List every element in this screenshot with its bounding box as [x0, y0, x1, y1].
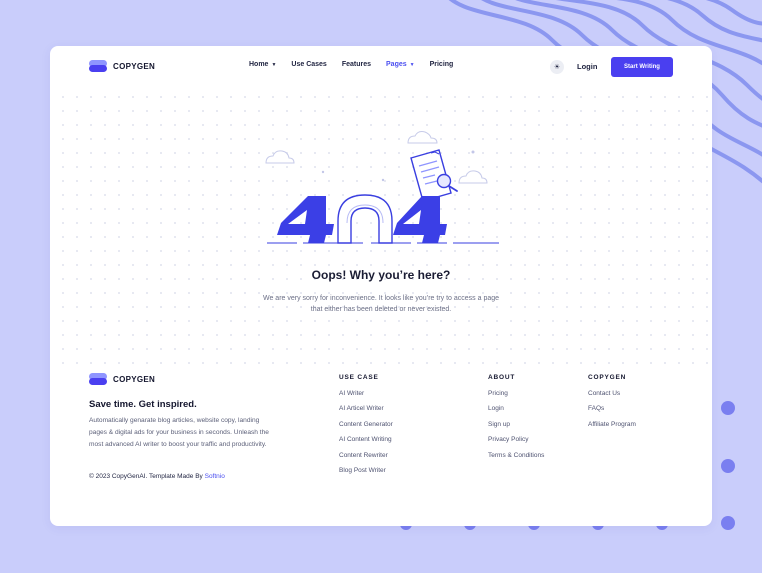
footer-link[interactable]: Privacy Policy: [488, 436, 544, 451]
footer-link[interactable]: Login: [488, 405, 544, 420]
column-title: USE CASE: [339, 374, 379, 381]
sun-icon: ☀: [553, 64, 561, 71]
column-title: ABOUT: [488, 374, 516, 381]
copygen-logo-icon: [89, 373, 107, 385]
start-writing-button[interactable]: Start Writing: [611, 57, 673, 77]
nav-item-use-cases[interactable]: Use Cases: [291, 61, 326, 68]
theme-toggle-button[interactable]: ☀: [550, 60, 564, 74]
error-message: We are very sorry for inconvenience. It …: [262, 295, 500, 313]
nav-item-pricing[interactable]: Pricing: [430, 61, 454, 68]
chevron-down-icon: ▼: [409, 61, 415, 68]
footer-link[interactable]: Pricing: [488, 390, 544, 405]
footer-link[interactable]: Content Generator: [339, 421, 393, 436]
footer-column-use-case: USE CASE AI Writer AI Articel Writer Con…: [339, 374, 393, 482]
footer-tagline: Save time. Get inspired.: [89, 399, 197, 410]
footer-description: Automatically genarate blog articles, we…: [89, 417, 269, 449]
nav-label: Use Cases: [291, 61, 327, 68]
footer-link[interactable]: AI Content Writing: [339, 436, 393, 451]
footer-link[interactable]: Terms & Conditions: [488, 452, 544, 467]
softnio-link[interactable]: Softnio: [205, 473, 225, 480]
copygen-logo-icon: [89, 60, 107, 72]
site-header: COPYGEN Home ▼ Use Cases Features Pages …: [50, 46, 712, 88]
copyright-text: © 2023 CopyGenAI. Template Made By: [89, 473, 205, 480]
document-search-icon: [410, 149, 458, 202]
footer-link[interactable]: AI Writer: [339, 390, 393, 405]
error-title: Oops! Why you’re here?: [311, 268, 451, 282]
footer-link[interactable]: AI Articel Writer: [339, 405, 393, 420]
nav-label: Home: [249, 61, 269, 68]
footer-link[interactable]: Contact Us: [588, 390, 636, 405]
login-link[interactable]: Login: [577, 62, 597, 71]
nav-item-features[interactable]: Features: [342, 61, 371, 68]
page-card: COPYGEN Home ▼ Use Cases Features Pages …: [50, 46, 712, 526]
nav-label: Features: [341, 61, 372, 68]
footer-link[interactable]: Sign up: [488, 421, 544, 436]
404-illustration: [265, 131, 499, 244]
footer-column-about: ABOUT Pricing Login Sign up Privacy Poli…: [488, 374, 544, 467]
nav-item-home[interactable]: Home ▼: [249, 61, 276, 68]
nav-item-pages[interactable]: Pages ▼: [386, 61, 415, 68]
logo-text: COPYGEN: [113, 61, 156, 71]
footer-link[interactable]: Content Rewriter: [339, 452, 393, 467]
nav-label: Pricing: [429, 61, 454, 68]
chevron-down-icon: ▼: [271, 61, 277, 68]
footer-link[interactable]: Blog Post Writer: [339, 467, 393, 482]
copyright: © 2023 CopyGenAI. Template Made By Softn…: [89, 473, 225, 480]
logo[interactable]: COPYGEN: [89, 60, 155, 72]
column-title: COPYGEN: [588, 374, 627, 381]
main-nav: Home ▼ Use Cases Features Pages ▼ Pricin…: [249, 61, 468, 68]
footer-link[interactable]: Affiliate Program: [588, 421, 636, 436]
footer-link[interactable]: FAQs: [588, 405, 636, 420]
logo-text: COPYGEN: [113, 374, 156, 384]
cloud-icon: [265, 131, 488, 184]
nav-label: Pages: [386, 61, 407, 68]
footer-logo[interactable]: COPYGEN: [89, 373, 155, 385]
footer-column-copygen: COPYGEN Contact Us FAQs Affiliate Progra…: [588, 374, 636, 436]
